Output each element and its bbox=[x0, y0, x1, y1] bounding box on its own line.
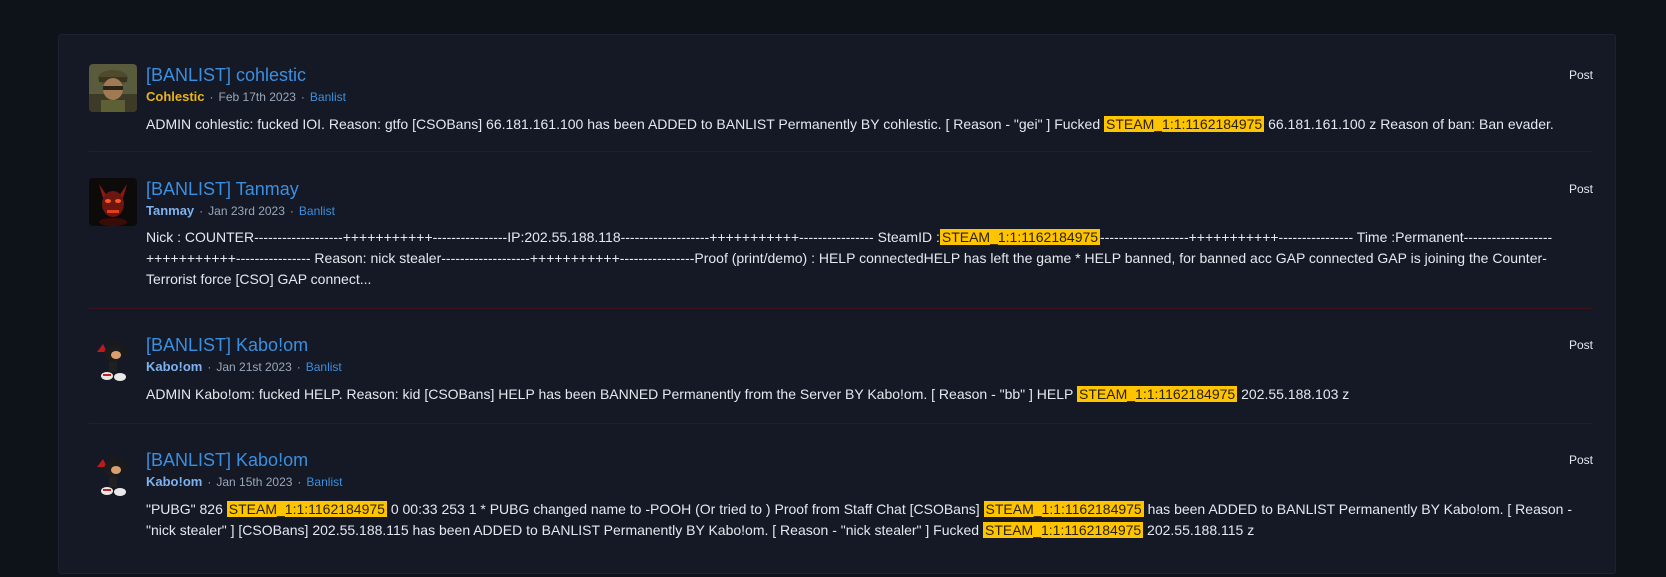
user-avatar-cohlestic[interactable] bbox=[89, 64, 137, 112]
snippet-text: 202.55.188.115 z bbox=[1143, 522, 1255, 538]
snippet-highlight: STEAM_1:1:1162184975 bbox=[982, 522, 1144, 538]
snippet-text: "PUBG" 826 bbox=[146, 501, 227, 517]
result-type: Post bbox=[1568, 338, 1593, 352]
snippet-text: ADMIN Kabo!om: fucked HELP. Reason: kid … bbox=[146, 386, 1078, 402]
meta-separator: · bbox=[297, 475, 302, 489]
snippet-highlight: STEAM_1:1:1162184975 bbox=[1077, 386, 1238, 402]
search-result: [BANLIST] Kabo!om Kabo!om · Jan 21st 2023 ·… bbox=[89, 334, 1593, 424]
result-forum-link[interactable]: Banlist bbox=[306, 360, 342, 374]
result-title[interactable]: [BANLIST] Kabo!om bbox=[146, 334, 308, 356]
result-type: Post bbox=[1568, 453, 1593, 467]
result-title[interactable]: [BANLIST] Kabo!om bbox=[146, 449, 308, 471]
search-result: [BANLIST] Tanmay Tanmay · Jan 23rd 2023 · Ba… bbox=[89, 178, 1593, 309]
result-author[interactable]: Tanmay bbox=[146, 203, 194, 218]
snippet-text: 0 00:33 253 1 * PUBG changed name to -PO… bbox=[386, 501, 984, 517]
user-avatar-kaboom[interactable] bbox=[89, 449, 137, 497]
snippet-highlight: STEAM_1:1:1162184975 bbox=[983, 501, 1144, 517]
demon-avatar-icon bbox=[89, 178, 137, 226]
hedgehog-avatar-icon bbox=[89, 334, 137, 382]
meta-separator: · bbox=[296, 360, 301, 374]
result-meta: Cohlestic · Feb 17th 2023 · Banlist bbox=[146, 89, 346, 105]
result-author[interactable]: Kabo!om bbox=[146, 359, 202, 374]
result-author[interactable]: Cohlestic bbox=[146, 89, 205, 104]
result-snippet: Nick : COUNTER-------------------+++++++… bbox=[146, 227, 1593, 290]
result-date[interactable]: Jan 15th 2023 bbox=[216, 475, 292, 489]
snippet-highlight: STEAM_1:1:1162184975 bbox=[939, 229, 1101, 245]
hedgehog-avatar-icon bbox=[89, 449, 137, 497]
user-avatar-kaboom[interactable] bbox=[89, 334, 137, 382]
soldier-avatar-icon bbox=[89, 64, 137, 112]
result-snippet: ADMIN Kabo!om: fucked HELP. Reason: kid … bbox=[146, 384, 1349, 405]
result-meta: Kabo!om · Jan 15th 2023 · Banlist bbox=[146, 474, 342, 490]
result-snippet: "PUBG" 826 STEAM_1:1:1162184975 0 00:33 … bbox=[146, 499, 1593, 541]
search-results-panel: [BANLIST] cohlestic Cohlestic · Feb 17th 2… bbox=[58, 34, 1616, 574]
result-author[interactable]: Kabo!om bbox=[146, 474, 202, 489]
result-forum-link[interactable]: Banlist bbox=[310, 90, 346, 104]
result-date[interactable]: Jan 21st 2023 bbox=[216, 360, 291, 374]
snippet-highlight: STEAM_1:1:1162184975 bbox=[1104, 116, 1265, 132]
user-avatar-tanmay[interactable] bbox=[89, 178, 137, 226]
result-type: Post bbox=[1568, 182, 1593, 196]
snippet-text: 66.181.161.100 z Reason of ban: Ban evad… bbox=[1264, 116, 1554, 132]
search-result: [BANLIST] cohlestic Cohlestic · Feb 17th 2… bbox=[89, 64, 1593, 152]
snippet-text: ADMIN cohlestic: fucked IOI. Reason: gtf… bbox=[146, 116, 1105, 132]
result-forum-link[interactable]: Banlist bbox=[306, 475, 342, 489]
meta-separator: · bbox=[199, 204, 204, 218]
result-title[interactable]: [BANLIST] Tanmay bbox=[146, 178, 299, 200]
search-result: [BANLIST] Kabo!om Kabo!om · Jan 15th 2023 ·… bbox=[89, 449, 1593, 559]
result-type: Post bbox=[1568, 68, 1593, 82]
result-date[interactable]: Jan 23rd 2023 bbox=[208, 204, 285, 218]
result-title[interactable]: [BANLIST] cohlestic bbox=[146, 64, 306, 86]
meta-separator: · bbox=[209, 90, 214, 104]
result-forum-link[interactable]: Banlist bbox=[299, 204, 335, 218]
meta-separator: · bbox=[300, 90, 305, 104]
meta-separator: · bbox=[207, 475, 212, 489]
snippet-text: 202.55.188.103 z bbox=[1237, 386, 1350, 402]
snippet-text: Nick : COUNTER-------------------+++++++… bbox=[146, 229, 940, 245]
result-meta: Kabo!om · Jan 21st 2023 · Banlist bbox=[146, 359, 342, 375]
meta-separator: · bbox=[207, 360, 212, 374]
result-meta: Tanmay · Jan 23rd 2023 · Banlist bbox=[146, 203, 335, 219]
snippet-highlight: STEAM_1:1:1162184975 bbox=[226, 501, 387, 517]
result-date[interactable]: Feb 17th 2023 bbox=[219, 90, 296, 104]
result-snippet: ADMIN cohlestic: fucked IOI. Reason: gtf… bbox=[146, 114, 1554, 135]
meta-separator: · bbox=[289, 204, 294, 218]
